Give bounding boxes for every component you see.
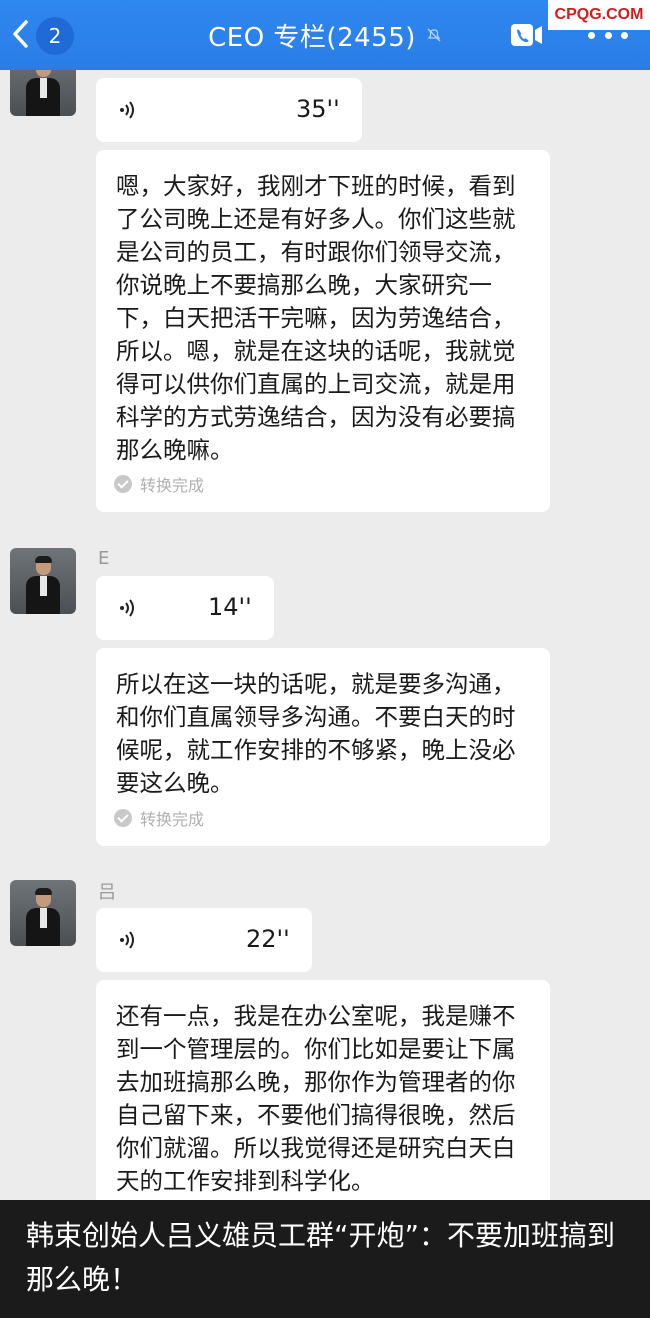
news-caption: 韩束创始人吕义雄员工群“开炮”：不要加班搞到那么晚！ (0, 1200, 650, 1318)
sender-avatar[interactable] (10, 70, 76, 116)
transcript-text: 所以在这一块的话呢，就是要多沟通，和你们直属领导多沟通。不要白天的时候呢，就工作… (116, 670, 516, 797)
chevron-left-icon (13, 20, 28, 48)
dot-icon (588, 31, 595, 39)
sender-avatar[interactable] (10, 548, 76, 614)
check-circle-icon (114, 475, 132, 493)
sender-name: E (98, 548, 110, 569)
voice-message-bubble[interactable]: 14'' (96, 576, 274, 640)
transcript-bubble[interactable]: 嗯，大家好，我刚才下班的时候，看到了公司晚上还是有好多人。你们这些就是公司的员工… (96, 150, 550, 512)
conversion-status: 转换完成 (114, 472, 204, 496)
voice-message-bubble[interactable]: 35'' (96, 78, 362, 142)
video-call-icon (511, 24, 542, 46)
site-watermark-logo: CPQG.COM (548, 0, 650, 30)
sender-name: 吕 (98, 882, 116, 903)
check-circle-icon (114, 809, 132, 827)
transcript-bubble[interactable]: 所以在这一块的话呢，就是要多沟通，和你们直属领导多沟通。不要白天的时候呢，就工作… (96, 648, 550, 846)
conversion-status: 转换完成 (114, 806, 204, 830)
transcript-text: 还有一点，我是在办公室呢，我是赚不到一个管理层的。你们比如是要让下属去加班搞那么… (116, 1002, 516, 1195)
voice-duration: 22'' (246, 925, 290, 953)
mute-bell-icon (427, 28, 441, 42)
back-button[interactable] (6, 14, 34, 54)
transcript-bubble[interactable]: 还有一点，我是在办公室呢，我是赚不到一个管理层的。你们比如是要让下属去加班搞那么… (96, 980, 550, 1200)
voice-message-bubble[interactable]: 22'' (96, 908, 312, 972)
conversion-status-label: 转换完成 (140, 810, 205, 829)
voice-wave-icon (120, 101, 134, 119)
dot-icon (621, 31, 628, 39)
voice-wave-icon (120, 599, 134, 617)
transcript-text: 嗯，大家好，我刚才下班的时候，看到了公司晚上还是有好多人。你们这些就是公司的员工… (116, 172, 516, 464)
voice-wave-icon (120, 931, 134, 949)
conversion-status-label: 转换完成 (140, 476, 205, 495)
unread-count-badge[interactable]: 2 (36, 17, 74, 55)
video-call-button[interactable] (510, 20, 544, 50)
sender-avatar[interactable] (10, 880, 76, 946)
dot-icon (604, 31, 612, 39)
chat-title: CEO 专栏(2455) (208, 22, 416, 53)
chat-message-list[interactable]: 35'' 嗯，大家好，我刚才下班的时候，看到了公司晚上还是有好多人。你们这些就是… (0, 70, 650, 1200)
voice-duration: 35'' (296, 95, 340, 123)
voice-duration: 14'' (208, 593, 252, 621)
